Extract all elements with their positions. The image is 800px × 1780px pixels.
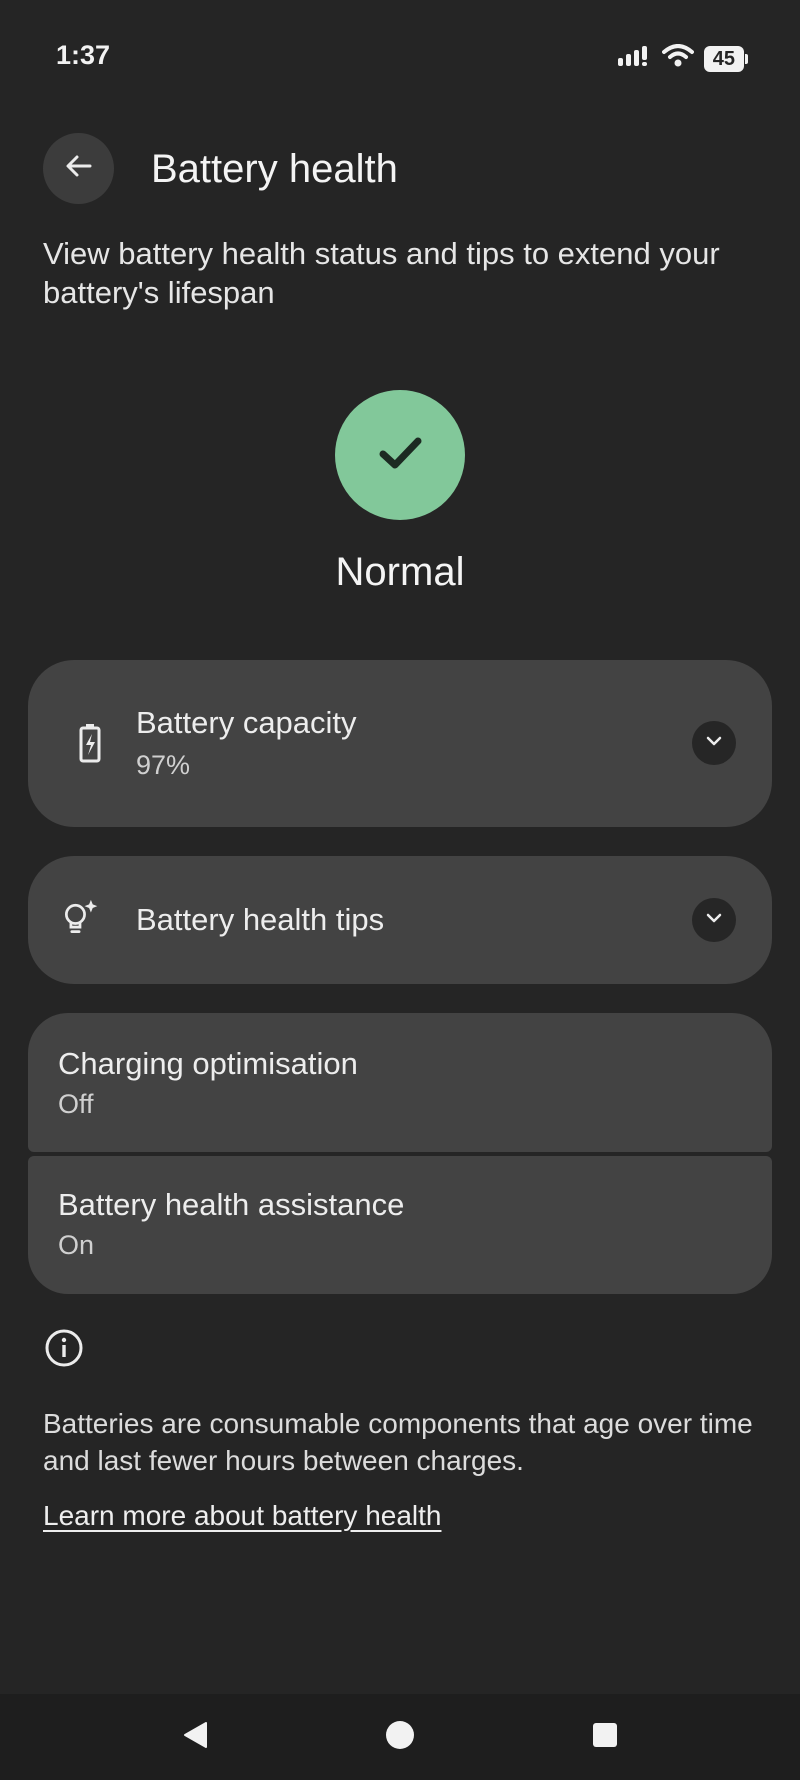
nav-recents-button[interactable] <box>582 1714 628 1760</box>
battery-level: 45 <box>703 45 744 72</box>
battery-health-assistance-title: Battery health assistance <box>58 1187 405 1222</box>
chevron-down-icon <box>704 908 724 933</box>
battery-health-tips-title: Battery health tips <box>136 902 385 937</box>
signal-icon <box>617 44 652 73</box>
nav-back-button[interactable] <box>172 1714 218 1760</box>
charging-optimisation-item[interactable]: Charging optimisation Off <box>28 1013 772 1152</box>
navigation-bar <box>0 1694 800 1780</box>
chevron-down-icon <box>704 731 724 756</box>
health-status-label: Normal <box>335 550 465 594</box>
arrow-back-icon <box>63 150 95 187</box>
learn-more-link[interactable]: Learn more about battery health <box>43 1500 441 1532</box>
wifi-icon <box>661 44 694 73</box>
recents-icon <box>591 1721 619 1754</box>
home-icon <box>384 1719 416 1756</box>
battery-charging-icon <box>70 723 110 763</box>
check-icon <box>374 427 426 484</box>
nav-home-button[interactable] <box>377 1714 423 1760</box>
status-time: 1:37 <box>56 40 111 70</box>
charging-optimisation-value: Off <box>58 1089 94 1119</box>
health-status-badge <box>335 390 465 520</box>
battery-capacity-expand-button[interactable] <box>692 721 736 765</box>
battery-health-assistance-value: On <box>58 1230 95 1260</box>
battery-health-tips-expand-button[interactable] <box>692 898 736 942</box>
lightbulb-sparkle-icon <box>60 898 100 938</box>
battery-health-assistance-item[interactable]: Battery health assistance On <box>28 1156 772 1294</box>
charging-optimisation-title: Charging optimisation <box>58 1046 358 1081</box>
page-title: Battery health <box>151 147 398 191</box>
info-icon <box>44 1328 84 1368</box>
back-icon <box>180 1720 210 1755</box>
back-button[interactable] <box>43 133 114 204</box>
battery-info-text: Batteries are consumable components that… <box>43 1408 753 1476</box>
battery-capacity-title: Battery capacity <box>136 705 357 740</box>
battery-health-tips-card[interactable]: Battery health tips <box>28 856 772 984</box>
battery-icon: 45 <box>703 45 748 72</box>
battery-capacity-card[interactable]: Battery capacity 97% <box>28 660 772 827</box>
status-icons: 45 <box>617 44 748 73</box>
battery-capacity-value: 97% <box>136 750 191 780</box>
page-subtitle: View battery health status and tips to e… <box>43 236 720 310</box>
